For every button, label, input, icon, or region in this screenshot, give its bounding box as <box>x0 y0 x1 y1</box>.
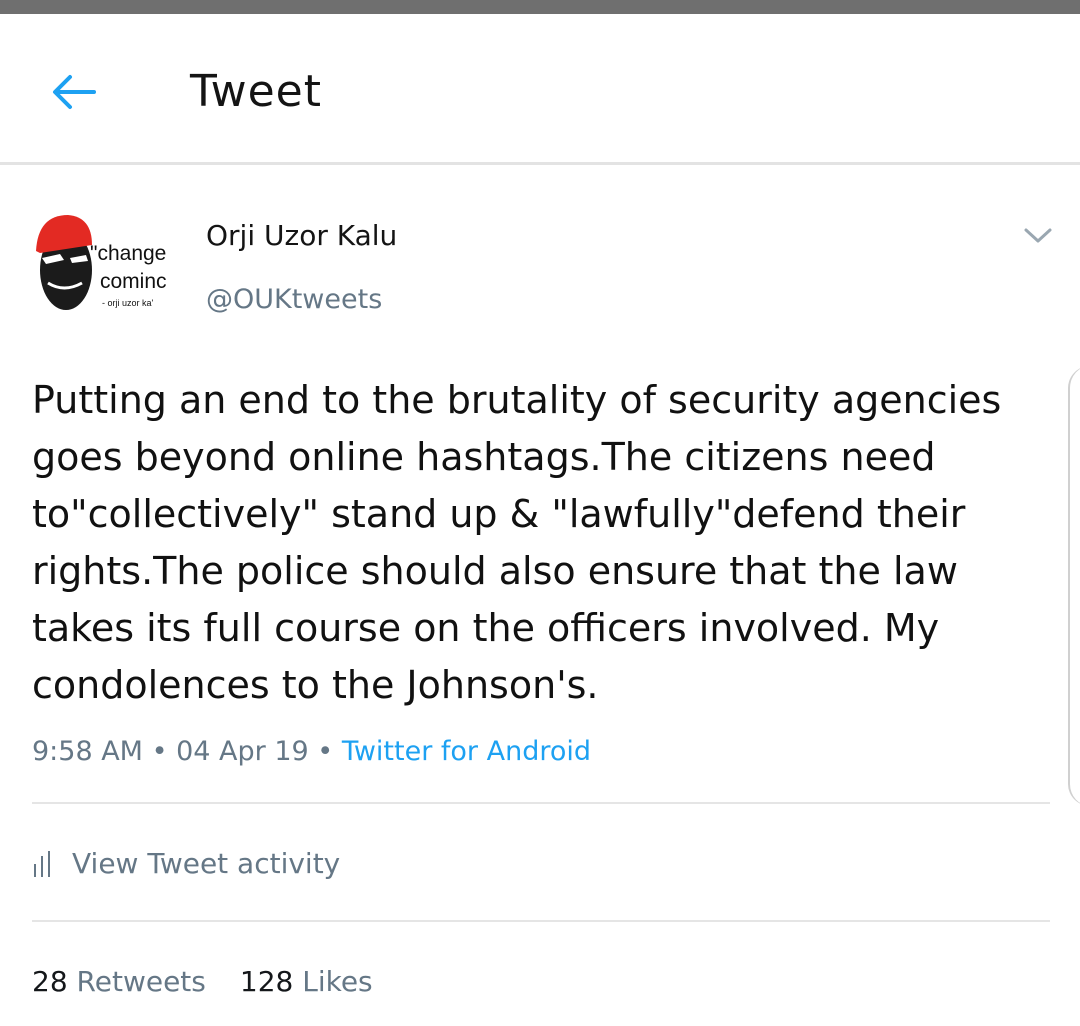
meta-separator: • <box>317 736 334 767</box>
page-edge <box>1068 366 1080 806</box>
retweets-count: 28 <box>32 965 68 998</box>
tweet-text: Putting an end to the brutality of secur… <box>32 378 1002 707</box>
back-arrow-icon[interactable] <box>48 66 100 118</box>
avatar-quote-line-1: "change <box>90 242 166 265</box>
bar-chart-icon <box>34 851 50 877</box>
tweet-source-link[interactable]: Twitter for Android <box>342 736 591 767</box>
likes-stat[interactable]: 128 Likes <box>240 965 373 998</box>
view-tweet-activity-button[interactable]: View Tweet activity <box>32 842 340 886</box>
divider <box>32 920 1050 922</box>
likes-count: 128 <box>239 965 294 998</box>
page-title: Tweet <box>190 66 322 117</box>
status-bar <box>0 0 1080 14</box>
tweet-meta: 9:58 AM • 04 Apr 19 • Twitter for Androi… <box>32 732 591 772</box>
author-name[interactable]: Orji Uzor Kalu <box>206 216 397 256</box>
meta-separator: • <box>151 736 168 767</box>
author-handle[interactable]: @OUKtweets <box>206 280 382 320</box>
avatar-image: "change cominc - orji uzor ka' <box>36 215 167 310</box>
tweet-stats: 28 Retweets 128 Likes <box>32 960 373 1004</box>
app-bar <box>0 14 1080 162</box>
avatar-quote-line-2: cominc <box>100 270 167 293</box>
tweet-date: 04 Apr 19 <box>176 736 309 767</box>
likes-label: Likes <box>302 965 373 998</box>
retweets-stat[interactable]: 28 Retweets <box>32 965 206 998</box>
header-divider <box>0 162 1080 165</box>
divider <box>32 802 1050 804</box>
tweet-time: 9:58 AM <box>32 736 143 767</box>
retweets-label: Retweets <box>76 965 206 998</box>
avatar[interactable]: "change cominc - orji uzor ka' <box>30 195 180 325</box>
chevron-down-icon[interactable] <box>1020 220 1056 250</box>
activity-label: View Tweet activity <box>72 847 341 880</box>
avatar-signature: - orji uzor ka' <box>102 298 154 308</box>
